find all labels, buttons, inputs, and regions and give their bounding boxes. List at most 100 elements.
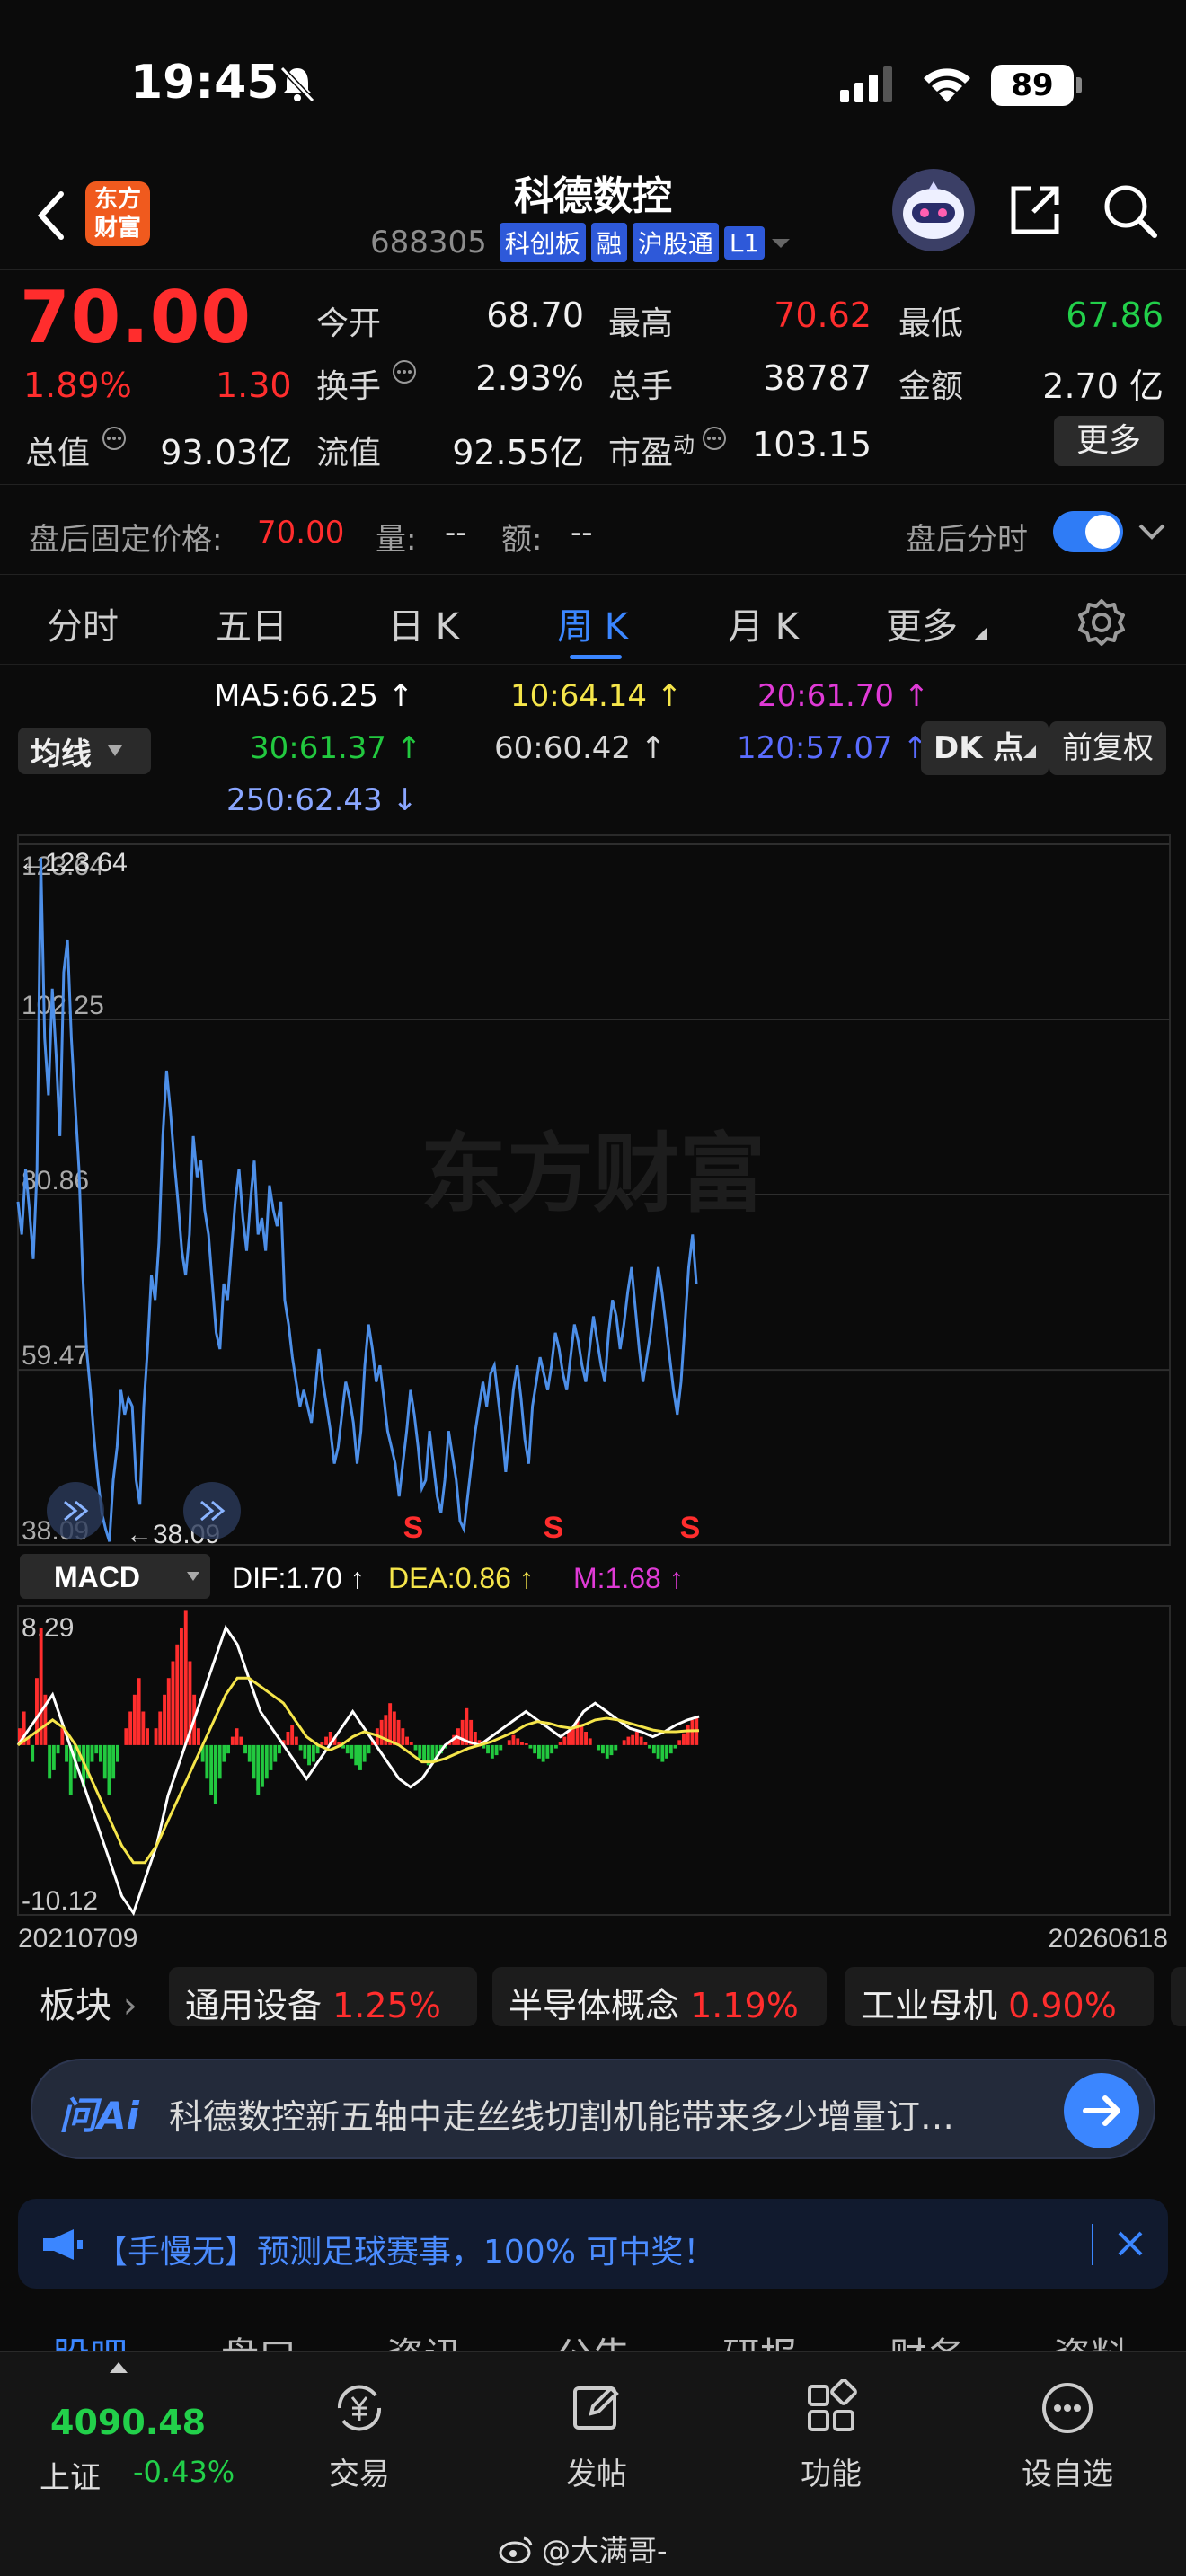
- nav-trade[interactable]: 交易: [288, 2379, 431, 2514]
- stat-label-low: 最低: [898, 305, 964, 342]
- tab-more-caret-icon: [975, 626, 987, 643]
- macd-bar: [183, 1610, 188, 1745]
- macd-bar: [213, 1744, 217, 1804]
- chart-period-tabs: 分时 五日 日 K 周 K 月 K 更多: [0, 579, 1186, 665]
- macd-bar: [656, 1744, 660, 1759]
- macd-bar: [507, 1740, 511, 1745]
- macd-bar: [634, 1732, 639, 1745]
- ai-question-bar[interactable]: 问Ai 科德数控新五轴中走丝线切割机能带来多少增量订…: [31, 2059, 1155, 2159]
- toggle-knob: [1085, 515, 1120, 549]
- status-time: 19:45: [130, 56, 279, 110]
- stock-header: 东方 财富 科德数控 688305 科创板 融 沪股通 L1: [0, 162, 1186, 269]
- index-widget[interactable]: 4090.48 上证 -0.43%: [36, 2385, 270, 2501]
- macd-bar: [580, 1725, 584, 1745]
- index-value: 4090.48: [50, 2403, 207, 2442]
- sector-change: 1.19%: [690, 1986, 799, 2025]
- ma120-text: 120:57.07 ↑: [737, 730, 928, 766]
- sector-chip-general-equipment[interactable]: 通用设备 1.25%: [169, 1967, 477, 2026]
- macd-bar: [460, 1719, 465, 1745]
- tab-daily-k[interactable]: 日 K: [388, 597, 459, 649]
- after-hours-toggle[interactable]: [1053, 511, 1123, 552]
- nav-functions[interactable]: 功能: [759, 2379, 903, 2514]
- nav-add-watchlist[interactable]: 设自选: [996, 2379, 1139, 2514]
- macd-bar: [286, 1732, 290, 1745]
- ma-selector[interactable]: 均线: [18, 728, 151, 774]
- macd-bar: [405, 1736, 409, 1745]
- macd-bar: [264, 1744, 269, 1779]
- macd-bar: [273, 1744, 278, 1762]
- stat-label-volume: 总手: [608, 368, 674, 405]
- macd-chart[interactable]: MACD DIF:1.70 ↑ DEA:0.86 ↑ M:1.68 ↑ 8.29 -10.…: [0, 1552, 1186, 1958]
- nav-add-watchlist-label: 设自选: [1022, 2457, 1113, 2492]
- macd-bar: [686, 1725, 690, 1745]
- stock-code-row: 688305 科创板 融 沪股通 L1: [370, 223, 792, 262]
- turnover-info-icon[interactable]: [391, 358, 418, 389]
- stat-value-open: 68.70: [486, 296, 584, 335]
- badge-margin: 融: [590, 223, 627, 262]
- expand-left-icon[interactable]: [47, 1482, 104, 1539]
- current-price: 70.00: [20, 276, 252, 359]
- macd-bar: [141, 1711, 146, 1745]
- macd-bar: [533, 1744, 537, 1754]
- active-tab-indicator: [570, 655, 622, 659]
- ai-logo: 问Ai: [59, 2094, 139, 2138]
- adjust-button[interactable]: 前复权: [1049, 721, 1166, 775]
- fullscreen-icon[interactable]: [183, 1482, 241, 1539]
- macd-bar: [673, 1744, 677, 1749]
- macd-bar: [116, 1744, 119, 1762]
- macd-bar: [396, 1719, 401, 1745]
- ma10-text: 10:64.14 ↑: [510, 678, 683, 714]
- macd-bar: [643, 1742, 648, 1745]
- macd-bar: [205, 1744, 209, 1779]
- arrow-right-icon[interactable]: [1064, 2073, 1139, 2148]
- caret-down-icon[interactable]: [770, 234, 792, 251]
- x-range-start: 20210709: [18, 1924, 137, 1954]
- macd-bar: [307, 1744, 311, 1766]
- search-icon[interactable]: [1101, 181, 1160, 244]
- back-button[interactable]: [34, 189, 70, 243]
- sector-chip-machine-tools[interactable]: 工业母机 0.90%: [845, 1967, 1154, 2026]
- macd-bar: [222, 1744, 226, 1762]
- tab-five-day[interactable]: 五日: [216, 597, 288, 649]
- share-icon[interactable]: [1006, 180, 1066, 243]
- macd-bar: [290, 1725, 295, 1745]
- close-icon[interactable]: [1112, 2226, 1148, 2265]
- change-amount: 1.30: [216, 366, 292, 405]
- macd-bar: [243, 1744, 247, 1754]
- macd-bar: [648, 1744, 651, 1749]
- stat-value-high: 70.62: [774, 296, 872, 335]
- sector-chip-semiconductor[interactable]: 半导体概念 1.19%: [492, 1967, 827, 2026]
- sector-chip-partial[interactable]: [1171, 1967, 1186, 2026]
- info-icon[interactable]: [101, 425, 128, 455]
- promo-banner[interactable]: 【手慢无】预测足球赛事，100% 可中奖！: [18, 2199, 1168, 2289]
- macd-bar: [99, 1744, 102, 1762]
- sell-signal: S: [544, 1511, 564, 1545]
- macd-bar: [175, 1644, 180, 1745]
- more-button[interactable]: 更多: [1054, 416, 1164, 466]
- macd-bar: [622, 1740, 626, 1745]
- bottom-nav: 4090.48 上证 -0.43% 交易 发帖 功能 设自选 @大满哥-: [0, 2351, 1186, 2576]
- robot-avatar-icon[interactable]: [892, 169, 975, 251]
- nav-post[interactable]: 发帖: [525, 2379, 668, 2514]
- dk-point-button[interactable]: DK 点: [921, 721, 1049, 775]
- macd-bar: [422, 1744, 426, 1762]
- macd-bar: [35, 1678, 39, 1745]
- sector-label[interactable]: 板块 ›: [40, 1976, 137, 2028]
- macd-bar: [31, 1744, 35, 1762]
- chevron-down-icon[interactable]: [1137, 520, 1167, 545]
- nav-trade-label: 交易: [329, 2457, 390, 2492]
- tab-intraday[interactable]: 分时: [47, 597, 119, 649]
- macd-bar: [247, 1744, 252, 1762]
- macd-bar: [524, 1743, 528, 1745]
- stat-value-pe: 103.15: [752, 425, 872, 464]
- price-chart[interactable]: 123.64102.2580.8659.4738.09东方财富←123.64←3…: [0, 826, 1186, 1552]
- sector-label-text: 板块: [40, 1985, 111, 2026]
- macd-selector[interactable]: MACD: [20, 1554, 210, 1599]
- tab-more[interactable]: 更多: [886, 597, 958, 649]
- sector-change: 0.90%: [1008, 1986, 1117, 2025]
- gear-icon[interactable]: [1076, 597, 1127, 651]
- tab-weekly-k[interactable]: 周 K: [557, 597, 628, 649]
- macd-bar: [146, 1728, 149, 1745]
- macd-bar: [256, 1744, 261, 1795]
- tab-monthly-k[interactable]: 月 K: [728, 597, 799, 649]
